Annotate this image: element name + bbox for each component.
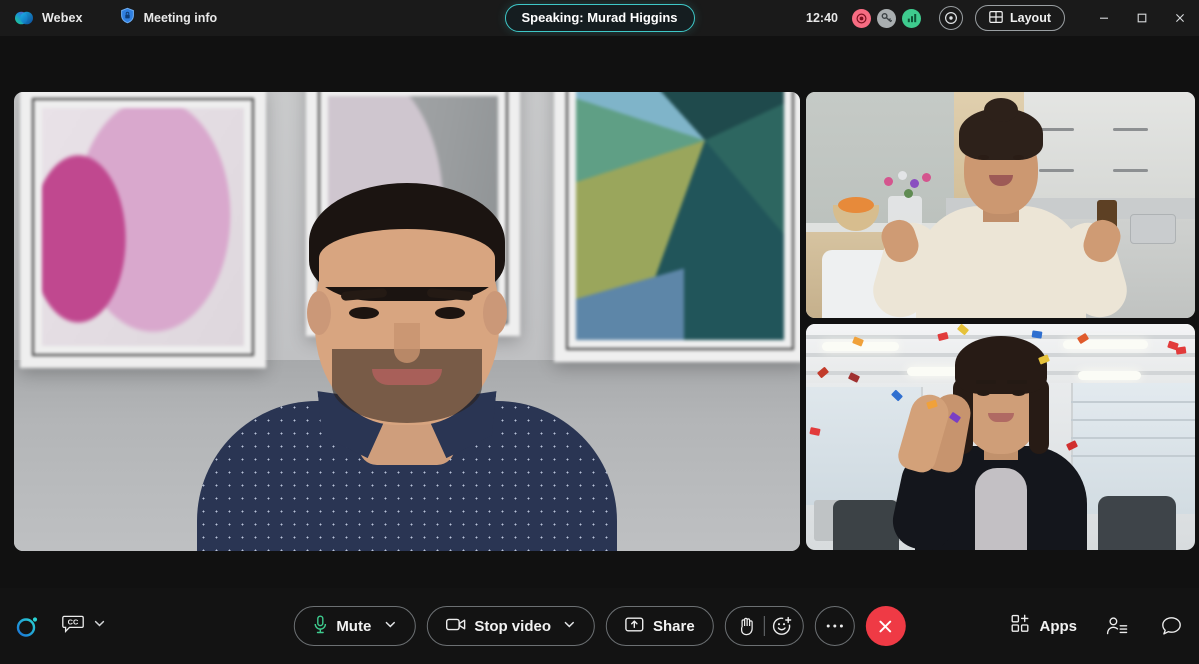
chevron-down-icon[interactable] bbox=[383, 618, 396, 635]
network-signal-icon[interactable] bbox=[902, 8, 922, 28]
close-icon[interactable] bbox=[1161, 0, 1199, 36]
side-video-column bbox=[806, 92, 1195, 551]
main-video-tile[interactable] bbox=[14, 92, 800, 551]
webex-ai-assistant-icon[interactable] bbox=[14, 613, 40, 639]
share-button-label: Share bbox=[652, 617, 695, 635]
grid-layout-icon bbox=[989, 10, 1003, 27]
maximize-icon[interactable] bbox=[1123, 0, 1161, 36]
webex-logo-icon bbox=[14, 8, 34, 28]
share-button[interactable]: Share bbox=[605, 606, 714, 646]
controls-left: CC bbox=[14, 613, 106, 639]
closed-captions-button[interactable]: CC bbox=[62, 614, 106, 639]
main-participant-figure bbox=[197, 121, 617, 551]
participant-figure bbox=[866, 98, 1133, 318]
meeting-clock: 12:40 bbox=[806, 11, 839, 25]
apps-grid-icon bbox=[1011, 614, 1031, 638]
active-speaker-banner: Speaking: Murad Higgins bbox=[504, 4, 695, 32]
more-options-icon[interactable] bbox=[814, 606, 855, 646]
camera-icon bbox=[445, 617, 465, 636]
share-screen-icon bbox=[625, 616, 644, 637]
meeting-controls-bar: CC Mute Stop video Share Apps bbox=[0, 588, 1199, 664]
apps-button[interactable]: Apps bbox=[1011, 614, 1078, 638]
participant-video-feed bbox=[806, 324, 1195, 550]
shield-lock-icon bbox=[119, 7, 136, 29]
controls-right: Apps bbox=[1011, 612, 1186, 640]
webex-brand-label: Webex bbox=[42, 11, 83, 25]
svg-text:CC: CC bbox=[68, 617, 79, 626]
participant-video-tile[interactable] bbox=[806, 92, 1195, 318]
participant-video-tile[interactable] bbox=[806, 324, 1195, 550]
stop-video-button[interactable]: Stop video bbox=[426, 606, 595, 646]
mute-button[interactable]: Mute bbox=[293, 606, 416, 646]
minimize-icon[interactable] bbox=[1085, 0, 1123, 36]
meeting-info-label: Meeting info bbox=[143, 11, 218, 25]
chevron-down-icon bbox=[93, 617, 106, 635]
video-stage bbox=[0, 36, 1199, 588]
webex-brand[interactable]: Webex bbox=[14, 8, 83, 28]
title-bar: Webex Meeting info Speaking: Murad Higgi… bbox=[0, 0, 1199, 36]
title-bar-left: Webex Meeting info bbox=[0, 7, 217, 29]
controls-center: Mute Stop video Share bbox=[293, 606, 906, 646]
active-speaker-label: Speaking: Murad Higgins bbox=[504, 4, 695, 32]
closed-captions-icon: CC bbox=[62, 614, 84, 639]
layout-button-label: Layout bbox=[1010, 11, 1051, 25]
chevron-down-icon[interactable] bbox=[563, 618, 576, 635]
participants-icon[interactable] bbox=[1103, 612, 1131, 640]
recording-indicator-icon[interactable] bbox=[852, 8, 872, 28]
meeting-key-icon[interactable] bbox=[877, 8, 897, 28]
title-bar-right: 12:40 Layout bbox=[806, 0, 1199, 36]
participant-figure bbox=[886, 336, 1116, 550]
mute-button-label: Mute bbox=[336, 617, 372, 635]
end-call-icon[interactable] bbox=[865, 606, 906, 646]
layout-button[interactable]: Layout bbox=[975, 5, 1065, 31]
microphone-icon bbox=[312, 615, 327, 638]
main-video-feed bbox=[14, 92, 800, 551]
stop-video-button-label: Stop video bbox=[474, 617, 551, 635]
reactions-group bbox=[724, 606, 804, 646]
reactions-smiley-icon[interactable] bbox=[765, 608, 799, 644]
camera-view-icon[interactable] bbox=[939, 6, 964, 30]
meeting-info-button[interactable]: Meeting info bbox=[119, 7, 218, 29]
raise-hand-icon[interactable] bbox=[730, 608, 764, 644]
chat-bubble-icon[interactable] bbox=[1157, 612, 1185, 640]
webex-meeting-window: Webex Meeting info Speaking: Murad Higgi… bbox=[0, 0, 1199, 664]
participant-video-feed bbox=[806, 92, 1195, 318]
status-indicator-group bbox=[852, 8, 922, 28]
video-grid bbox=[14, 92, 1195, 551]
window-controls bbox=[1085, 0, 1199, 36]
apps-button-label: Apps bbox=[1039, 617, 1078, 635]
